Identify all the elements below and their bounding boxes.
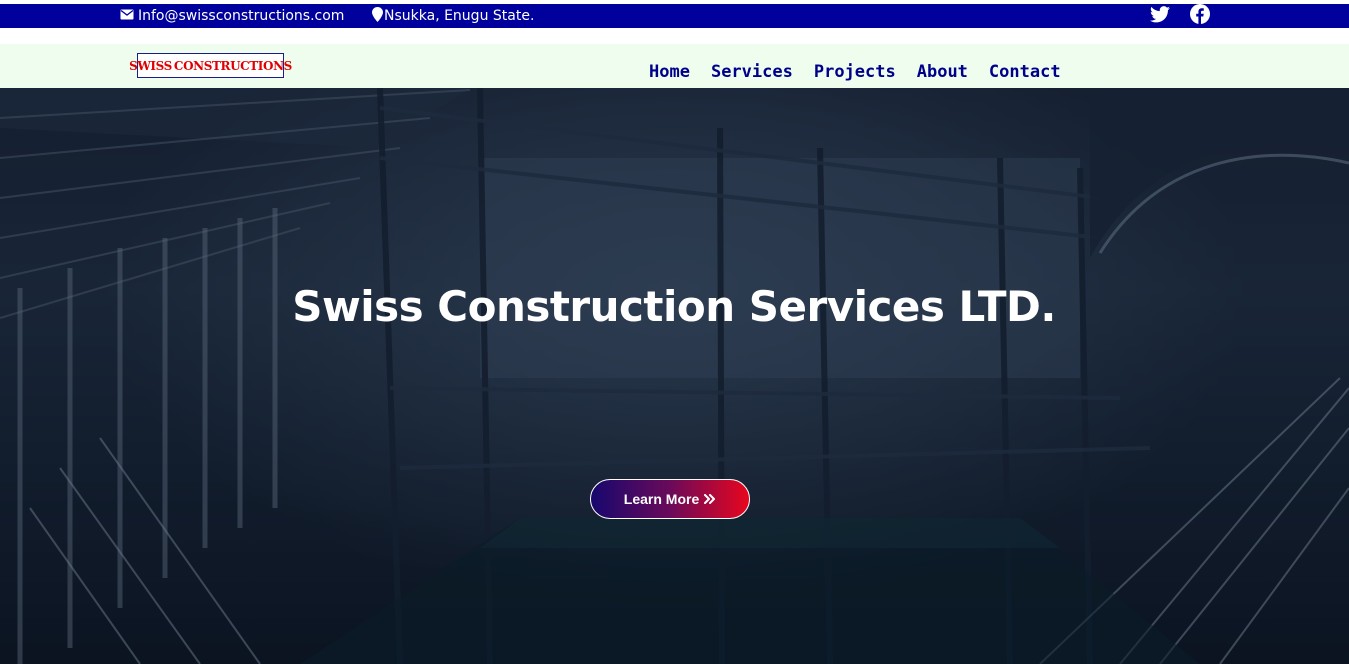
- nav-menu: Home Services Projects About Contact: [649, 62, 1082, 86]
- logo-text-right: CONSTRUCTIONS: [173, 58, 292, 73]
- company-logo[interactable]: SWISS CONSTRUCTIONS: [129, 53, 292, 78]
- map-pin-icon: [372, 6, 383, 26]
- logo-text-left: SWISS: [129, 58, 172, 73]
- learn-more-label: Learn More: [623, 491, 700, 507]
- location-contact: Nsukka, Enugu State.: [372, 4, 534, 28]
- email-text: Info@swissconstructions.com: [138, 8, 345, 24]
- top-info-bar: Info@swissconstructions.com Nsukka, Enug…: [0, 4, 1349, 28]
- email-contact[interactable]: Info@swissconstructions.com: [120, 4, 344, 28]
- nav-services-link[interactable]: Services: [711, 62, 793, 86]
- main-navbar: SWISS CONSTRUCTIONS Home Services Projec…: [0, 44, 1349, 88]
- nav-projects-link[interactable]: Projects: [814, 62, 896, 86]
- envelope-icon: [120, 8, 134, 24]
- twitter-icon: [1150, 5, 1170, 27]
- facebook-link[interactable]: [1190, 4, 1210, 28]
- nav-contact-link[interactable]: Contact: [989, 62, 1061, 86]
- hero-section: Swiss Construction Services LTD. Learn M…: [0, 88, 1349, 664]
- learn-more-button[interactable]: Learn More: [590, 479, 750, 519]
- nav-home-link[interactable]: Home: [649, 62, 690, 86]
- double-chevron-right-icon: [704, 491, 716, 507]
- nav-about-link[interactable]: About: [917, 62, 968, 86]
- twitter-link[interactable]: [1150, 4, 1170, 28]
- hero-dark-overlay: [0, 88, 1349, 664]
- hero-title: Swiss Construction Services LTD.: [292, 282, 1056, 331]
- facebook-icon: [1190, 4, 1210, 28]
- location-text: Nsukka, Enugu State.: [384, 8, 535, 24]
